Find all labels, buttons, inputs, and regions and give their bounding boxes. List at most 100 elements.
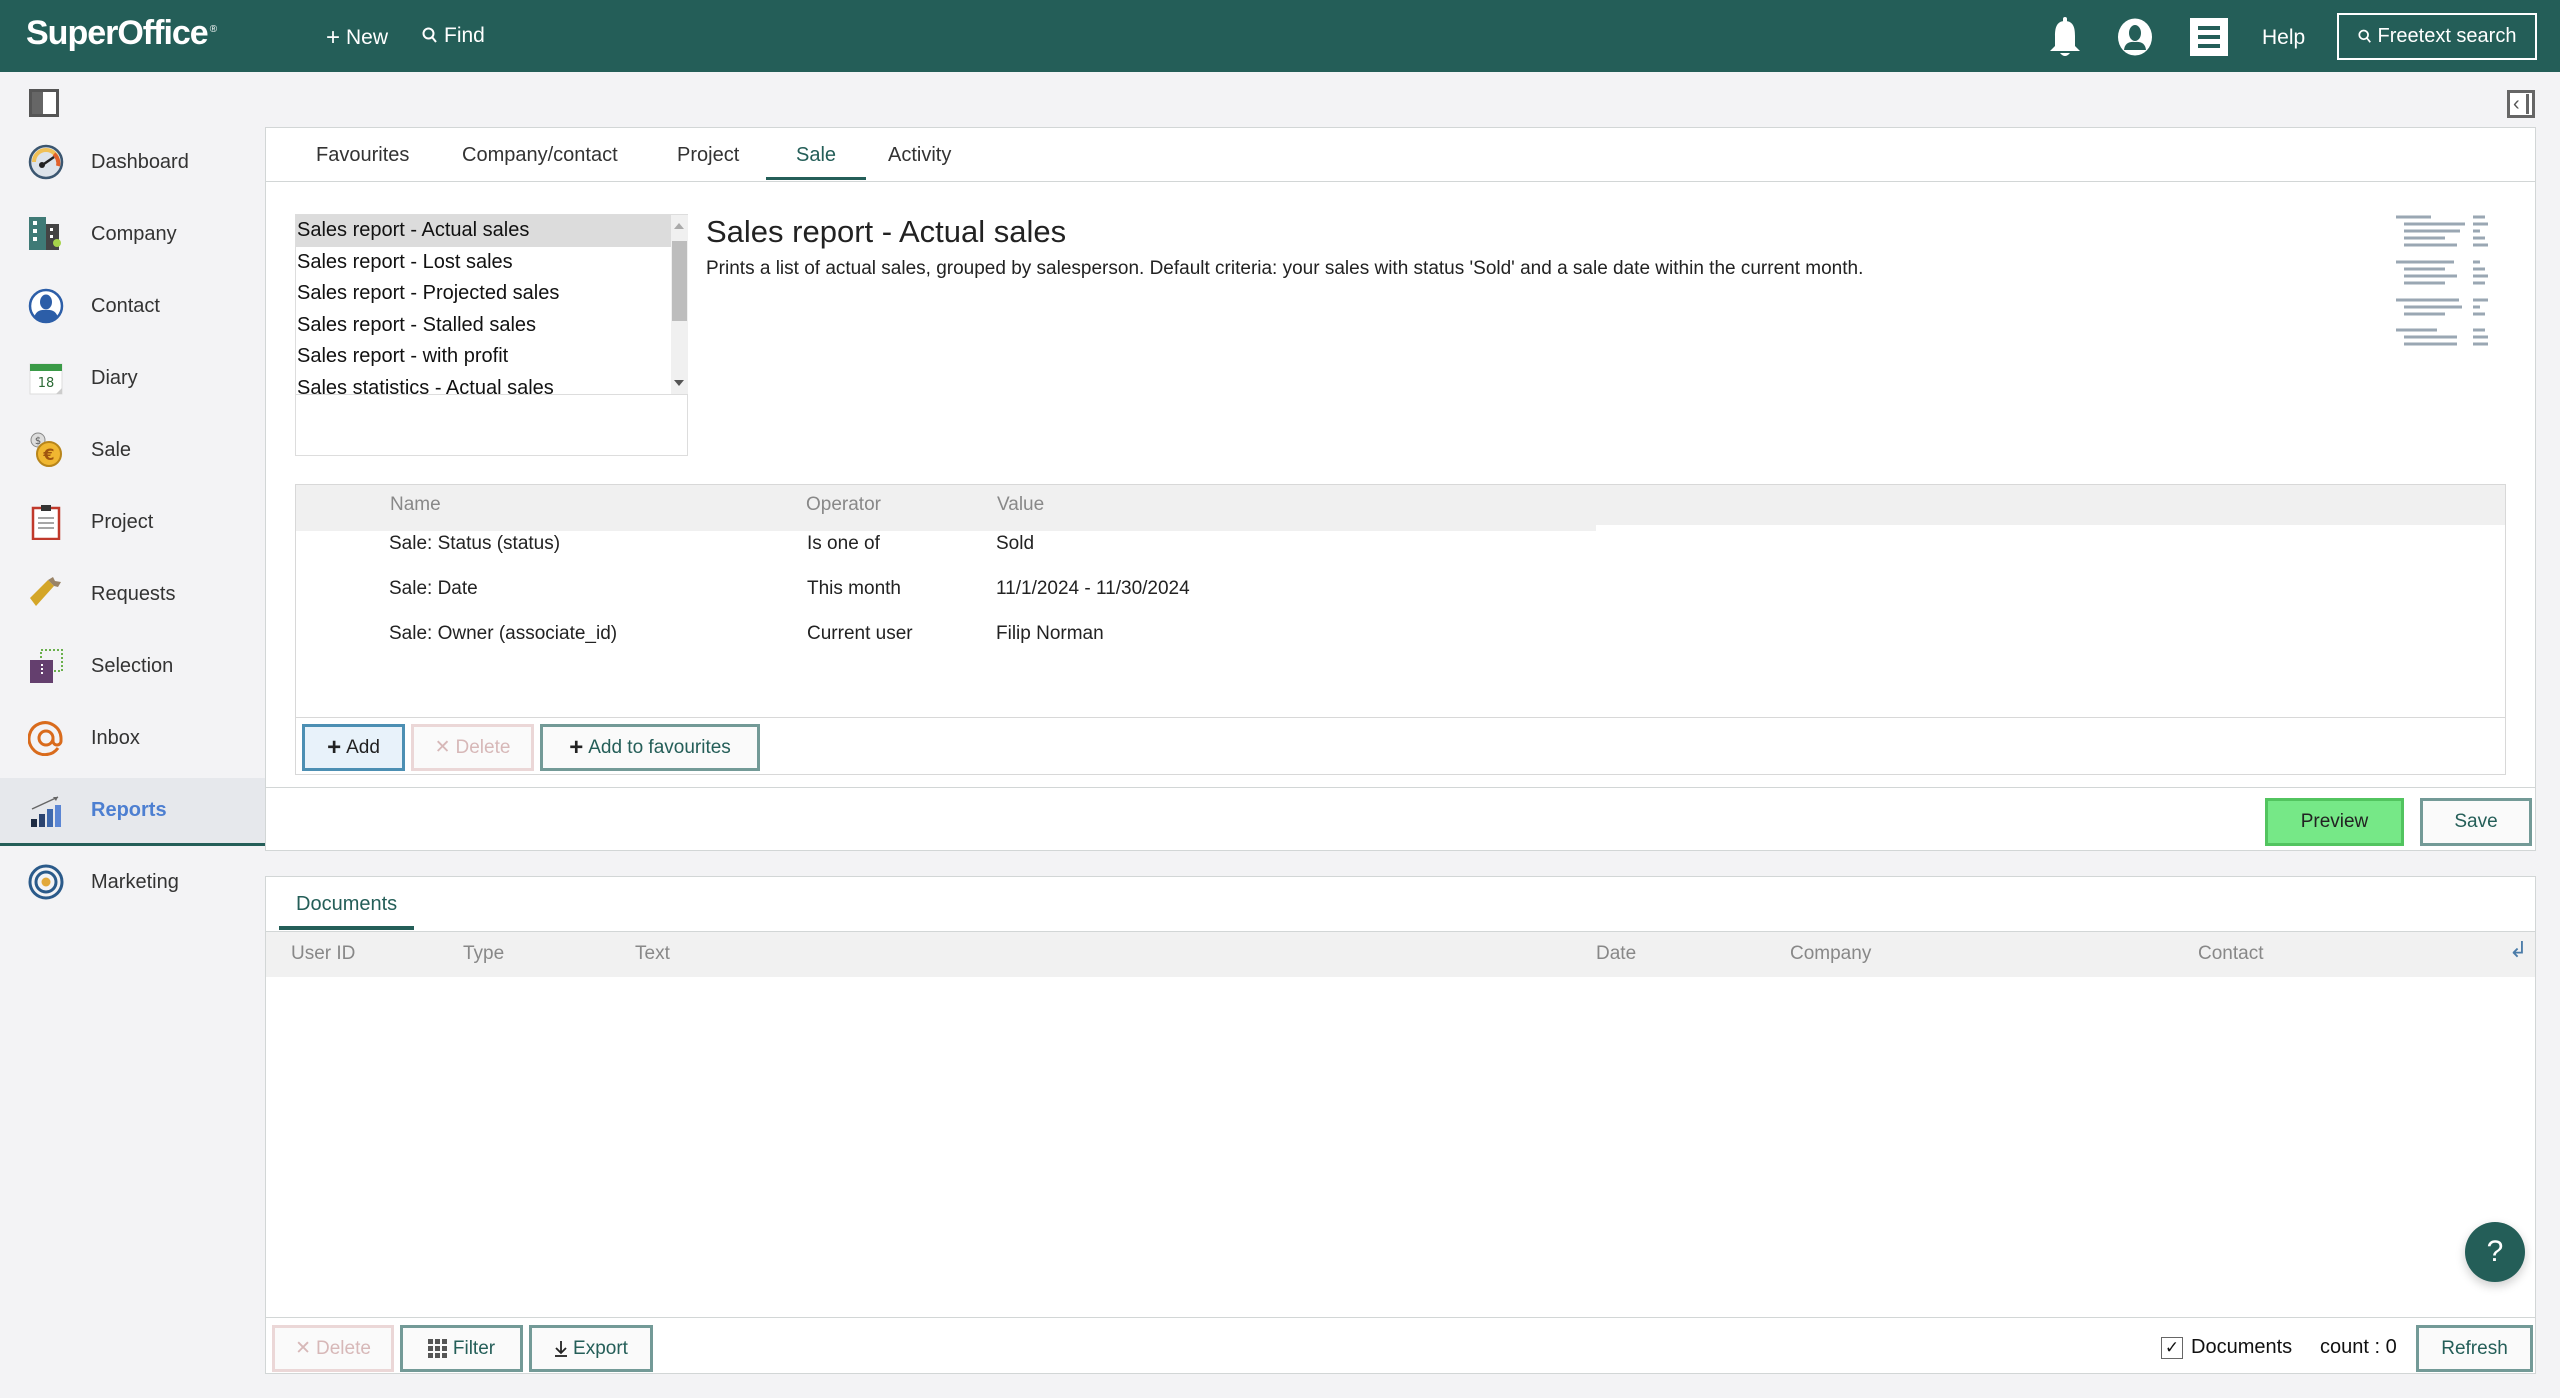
sidebar-item-label: Dashboard [91,150,189,173]
company-building-icon [29,217,61,250]
freetext-search-button[interactable]: Freetext search [2337,13,2537,60]
documents-table-header: User ID Type Text Date Company Contact ↲ [266,932,2535,977]
sidebar-item-inbox[interactable]: Inbox [0,706,265,770]
report-list[interactable]: Sales report - Actual sales Sales report… [295,214,688,456]
plus-icon: + [326,24,341,51]
sidebar-item-sale[interactable]: $ € Sale [0,418,265,482]
sidebar-item-diary[interactable]: 18 Diary [0,346,265,410]
criteria-header: Name Operator Value [296,485,2505,525]
list-item[interactable]: Sales report - Projected sales [296,278,671,310]
bell-icon[interactable] [2048,16,2082,58]
criteria-grid: Name Operator Value Sale: Status (status… [295,484,2506,775]
add-to-favourites-button[interactable]: + Add to favourites [540,724,760,771]
target-icon [28,864,64,900]
sidebar-item-label: Project [91,510,154,533]
sidebar-item-label: Diary [91,366,138,389]
criteria-row[interactable]: Sale: Status (status) Is one of Sold [296,525,2505,570]
criteria-operator: Current user [807,623,913,644]
logo-text: SuperOffice [26,14,209,52]
at-sign-icon [28,721,63,756]
sidebar-item-company[interactable]: Company [0,202,265,266]
collapse-panel-icon[interactable]: ‹ [2507,90,2535,118]
sidebar-item-label: Requests [91,582,176,605]
svg-text:€: € [42,445,54,464]
menu-icon[interactable] [2190,18,2228,56]
tab-project[interactable]: Project [677,144,739,177]
sidebar-item-label: Inbox [91,726,140,749]
column-header-operator[interactable]: Operator [806,494,881,516]
scroll-thumb[interactable] [672,241,687,321]
list-item[interactable]: Sales report - with profit [296,341,671,373]
list-item[interactable]: Sales report - Lost sales [296,247,671,279]
sidebar-item-label: Reports [91,799,167,821]
report-category-tabs: Favourites Company/contact Project Sale … [266,128,2535,182]
sidebar-item-requests[interactable]: Requests [0,562,265,626]
refresh-button[interactable]: Refresh [2416,1325,2533,1372]
new-button[interactable]: + New [326,24,388,52]
add-label: Add [346,736,380,758]
add-criteria-button[interactable]: + Add [302,724,405,771]
criteria-operator: This month [807,578,901,599]
report-list-items: Sales report - Actual sales Sales report… [296,215,671,395]
help-button[interactable]: ? [2465,1222,2525,1282]
search-icon [422,27,437,43]
sidebar-item-dashboard[interactable]: Dashboard [0,130,265,194]
new-label: New [346,26,389,49]
report-actions: Preview Save [266,787,2535,851]
tab-activity[interactable]: Activity [888,144,951,177]
list-item[interactable]: Sales report - Actual sales [296,215,671,247]
column-header-user-id[interactable]: User ID [291,943,355,965]
selection-icon [30,649,63,683]
save-button[interactable]: Save [2420,798,2532,846]
column-header-text[interactable]: Text [635,943,670,965]
column-header-contact[interactable]: Contact [2198,943,2263,965]
list-item[interactable]: Sales report - Stalled sales [296,310,671,342]
tab-company-contact[interactable]: Company/contact [462,144,618,177]
column-header-name[interactable]: Name [390,494,441,516]
list-item[interactable]: Sales statistics - Actual sales [296,373,671,395]
top-bar: SuperOffice ® + New Find Help Freetext se… [0,0,2560,72]
logo-trademark: ® [209,23,217,35]
documents-toolbar: ✕ Delete Filter Export ✓ Documents count… [266,1317,2535,1374]
scroll-up-icon[interactable] [674,223,684,229]
plus-icon: + [569,733,584,761]
download-icon [555,1340,568,1357]
sidebar-item-project[interactable]: Project [0,490,265,554]
help-link[interactable]: Help [2262,26,2305,50]
delete-criteria-button[interactable]: ✕ Delete [411,724,534,771]
criteria-value: 11/1/2024 - 11/30/2024 [996,578,1190,599]
column-header-date[interactable]: Date [1596,943,1636,965]
column-header-company[interactable]: Company [1790,943,1871,965]
sidebar-item-label: Contact [91,294,160,317]
filter-button[interactable]: Filter [400,1325,523,1372]
superoffice-logo[interactable]: SuperOffice ® [26,14,217,53]
export-button[interactable]: Export [529,1325,653,1372]
coin-icon: $ € [30,432,62,467]
documents-checkbox-label: Documents [2191,1336,2293,1358]
criteria-row[interactable]: Sale: Owner (associate_id) Current user … [296,615,2505,660]
calendar-icon: 18 [29,363,63,395]
user-icon[interactable] [2117,18,2153,56]
filter-label: Filter [452,1337,496,1359]
sidebar-item-marketing[interactable]: Marketing [0,850,265,914]
column-header-type[interactable]: Type [463,943,504,965]
add-to-favourites-label: Add to favourites [588,736,731,758]
list-scrollbar[interactable] [671,215,688,395]
documents-checkbox[interactable]: ✓ [2161,1337,2183,1359]
delete-document-button[interactable]: ✕ Delete [272,1325,394,1372]
column-chooser-icon[interactable]: ↲ [2509,937,2527,963]
contact-person-icon [28,288,64,324]
sidebar-toggle-icon[interactable] [29,89,59,117]
tab-sale[interactable]: Sale [766,144,867,180]
sidebar-item-selection[interactable]: Selection [0,634,265,698]
criteria-row[interactable]: Sale: Date This month 11/1/2024 - 11/30/… [296,570,2505,615]
preview-button[interactable]: Preview [2265,798,2404,846]
criteria-toolbar: + Add ✕ Delete + Add to favourites [296,717,2505,775]
sidebar-item-contact[interactable]: Contact [0,274,265,338]
sidebar-item-reports[interactable]: Reports [0,778,265,846]
scroll-down-icon[interactable] [674,380,684,386]
tab-favourites[interactable]: Favourites [316,144,409,177]
tab-documents[interactable]: Documents [279,893,415,930]
find-button[interactable]: Find [422,24,485,48]
column-header-value[interactable]: Value [997,494,1044,516]
